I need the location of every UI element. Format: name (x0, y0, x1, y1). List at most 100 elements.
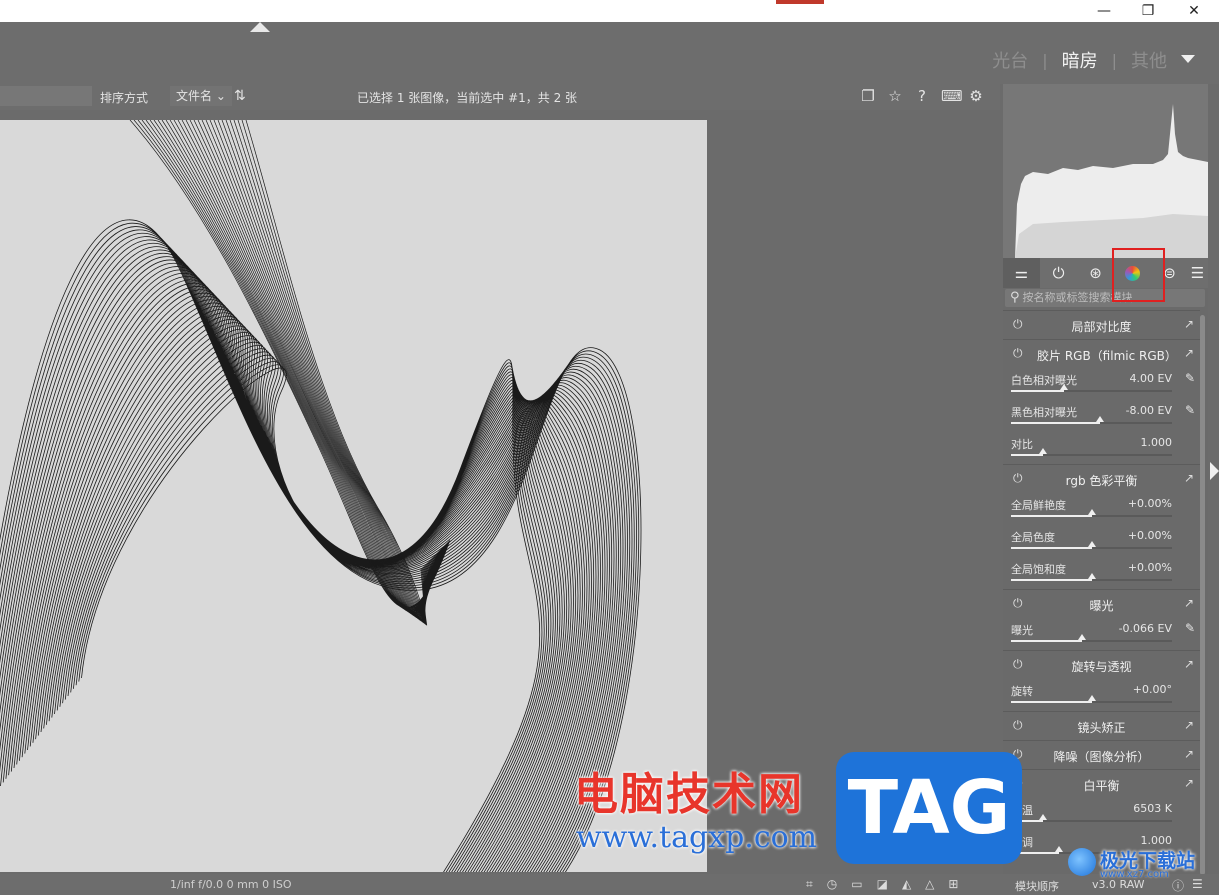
param-slider[interactable]: 全局饱和度 +0.00% (1003, 557, 1200, 589)
titlebar-accent (776, 0, 824, 4)
expand-right-panel-icon[interactable] (1210, 462, 1219, 480)
param-slider[interactable]: 曝光 -0.066 EV ✎ (1003, 618, 1200, 650)
external-link-icon[interactable]: ↗ (1184, 596, 1194, 610)
help-icon[interactable]: ? (914, 87, 930, 105)
param-slider[interactable]: 全局鲜艳度 +0.00% (1003, 493, 1200, 525)
slider-fill (1011, 547, 1092, 549)
param-label: 全局鲜艳度 (1011, 499, 1066, 512)
param-label: 黑色相对曝光 (1011, 406, 1077, 419)
close-button[interactable]: ✕ (1172, 0, 1216, 22)
slider-knob[interactable] (1088, 541, 1096, 547)
module-header[interactable]: ⏻ 局部对比度 ↗ (1003, 310, 1200, 339)
gamut-icon[interactable]: ◭ (902, 877, 911, 892)
wave-lines (0, 219, 642, 872)
param-slider[interactable]: 旋转 +0.00° (1003, 679, 1200, 711)
external-link-icon[interactable]: ↗ (1184, 346, 1194, 360)
menu-icon[interactable]: ☰ (1192, 877, 1203, 894)
watermark-tag-logo: TAG (836, 752, 1022, 864)
collapse-top-panel-icon[interactable] (250, 22, 270, 32)
slider-knob[interactable] (1078, 634, 1086, 640)
module-header[interactable]: ⏻ rgb 色彩平衡 ↗ (1003, 464, 1200, 493)
slider-track[interactable] (1011, 416, 1172, 424)
histogram[interactable] (1003, 84, 1208, 258)
slider-fill (1011, 515, 1092, 517)
view-header: 光台 | 暗房 | 其他 (0, 22, 1219, 84)
slider-track[interactable] (1011, 384, 1172, 392)
power-icon[interactable]: ⏻ (1013, 346, 1023, 361)
sort-dropdown[interactable]: 文件名 ⌄ (170, 86, 232, 106)
sliders-icon[interactable]: ⚌ (1003, 258, 1040, 288)
module-title: 局部对比度 (1071, 320, 1132, 334)
header-menu-icon[interactable] (1181, 55, 1195, 63)
external-link-icon[interactable]: ↗ (1184, 776, 1194, 790)
gear-icon[interactable]: ⚙ (968, 87, 984, 105)
warning-icon[interactable]: △ (925, 877, 934, 892)
power-icon[interactable]: ⏻ (1040, 258, 1077, 288)
filmstrip-toolbar: 排序方式 文件名 ⌄ ⇅ 已选择 1 张图像，当前选中 #1，共 2 张 ❐ ☆… (0, 84, 1000, 110)
softproof-icon[interactable]: ◪ (877, 877, 888, 892)
module-header[interactable]: ⏻白平衡↗ (1003, 769, 1200, 798)
view-lighttable[interactable]: 光台 (992, 47, 1028, 73)
color-picker-icon[interactable]: ✎ (1185, 371, 1195, 385)
external-link-icon[interactable]: ↗ (1184, 747, 1194, 761)
slider-knob[interactable] (1039, 448, 1047, 454)
param-slider[interactable]: 对比 1.000 (1003, 432, 1200, 464)
sort-order-icon[interactable]: ⇅ (234, 88, 246, 104)
watermark-cn-text: 电脑技术网 (574, 769, 804, 820)
clock-icon[interactable]: ◷ (827, 877, 837, 892)
module-header[interactable]: ⏻ 降噪（图像分析） ↗ (1003, 740, 1200, 769)
slider-knob[interactable] (1055, 846, 1063, 852)
view-other[interactable]: 其他 (1131, 47, 1167, 73)
panel-scrollbar[interactable] (1200, 315, 1205, 875)
aperture-icon[interactable]: ⊛ (1077, 258, 1114, 288)
slider-track[interactable] (1011, 634, 1172, 642)
color-picker-icon[interactable]: ✎ (1185, 403, 1195, 417)
focus-icon[interactable]: ⌗ (806, 877, 813, 892)
module-search[interactable]: ⚲ 按名称或标签搜索模块 (1005, 289, 1205, 307)
param-slider[interactable]: 色温 6503 K (1003, 798, 1200, 830)
external-link-icon[interactable]: ↗ (1184, 657, 1194, 671)
slider-track[interactable] (1011, 509, 1172, 517)
external-link-icon[interactable]: ↗ (1184, 718, 1194, 732)
slider-track[interactable] (1011, 573, 1172, 581)
slider-track[interactable] (1011, 448, 1172, 456)
slider-knob[interactable] (1039, 814, 1047, 820)
search-icon: ⚲ (1010, 290, 1020, 305)
external-link-icon[interactable]: ↗ (1184, 317, 1194, 331)
view-separator: | (1111, 50, 1117, 70)
slider-track[interactable] (1011, 814, 1172, 822)
module-header[interactable]: ⏻ 胶片 RGB（filmic RGB） ↗ (1003, 339, 1200, 368)
param-slider[interactable]: 黑色相对曝光 -8.00 EV ✎ (1003, 400, 1200, 432)
slider-knob[interactable] (1060, 384, 1068, 390)
external-link-icon[interactable]: ↗ (1184, 471, 1194, 485)
minimize-button[interactable]: — (1082, 0, 1126, 22)
slider-fill (1011, 701, 1092, 703)
param-label: 旋转 (1011, 685, 1033, 698)
module-header[interactable]: ⏻ 曝光 ↗ (1003, 589, 1200, 618)
slider-fill (1011, 390, 1064, 392)
display-icon[interactable]: ▭ (851, 877, 862, 892)
slider-knob[interactable] (1088, 695, 1096, 701)
presets-menu-icon[interactable]: ☰ (1188, 258, 1207, 288)
slider-knob[interactable] (1096, 416, 1104, 422)
param-slider[interactable]: 白色相对曝光 4.00 EV ✎ (1003, 368, 1200, 400)
param-value: 6503 K (1133, 802, 1172, 815)
window-icon[interactable]: ❐ (860, 87, 876, 105)
slider-track[interactable] (1011, 695, 1172, 703)
color-picker-icon[interactable]: ✎ (1185, 621, 1195, 635)
star-icon[interactable]: ☆ (887, 87, 903, 105)
help-icon[interactable]: ⓘ (1172, 877, 1184, 894)
sort-value: 文件名 (176, 89, 213, 103)
slider-knob[interactable] (1088, 573, 1096, 579)
module-header[interactable]: ⏻ 镜头矫正 ↗ (1003, 711, 1200, 740)
keyboard-icon[interactable]: ⌨ (941, 87, 963, 105)
slider-knob[interactable] (1088, 509, 1096, 515)
param-slider[interactable]: 全局色度 +0.00% (1003, 525, 1200, 557)
view-darkroom[interactable]: 暗房 (1062, 47, 1098, 73)
toolbar-icons: ❐ ☆ ? ⌨ ⚙ (860, 87, 984, 105)
restore-button[interactable]: ❐ (1126, 0, 1170, 22)
filter-input[interactable] (0, 86, 92, 106)
module-header[interactable]: ⏻ 旋转与透视 ↗ (1003, 650, 1200, 679)
slider-track[interactable] (1011, 541, 1172, 549)
grid-icon[interactable]: ⊞ (948, 877, 958, 892)
